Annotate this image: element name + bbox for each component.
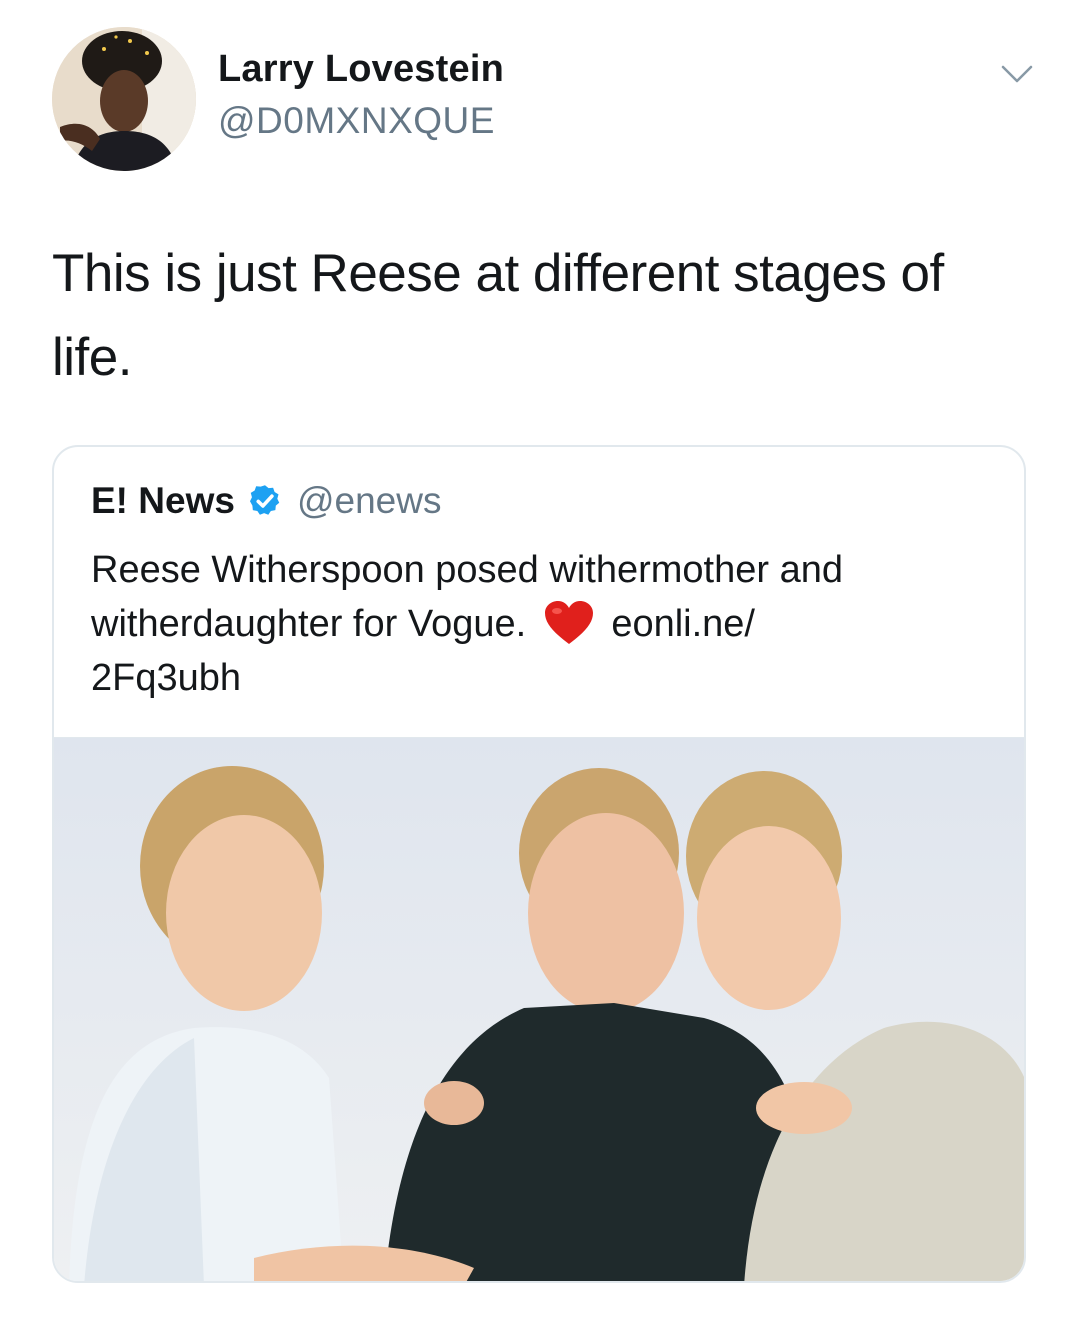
quoted-author-name[interactable]: E! News	[91, 480, 235, 522]
tweet-text-line: This is just Reese at different stages o…	[52, 244, 944, 303]
photo-image	[54, 738, 1024, 1281]
quoted-tweet-text: Reese Witherspoon posed withermother and…	[91, 543, 991, 705]
avatar-photo	[52, 27, 196, 171]
quoted-text-line: witherdaughter for Vogue. eonli.ne/	[91, 597, 991, 651]
verified-badge-icon	[249, 485, 280, 515]
red-heart-icon	[544, 601, 593, 644]
tweet-text-line: life.	[52, 328, 132, 387]
author-name[interactable]: Larry Lovestein	[218, 48, 504, 91]
quoted-tweet-photo[interactable]	[54, 737, 1024, 1281]
quoted-text-line: Reese Witherspoon posed withermother and	[91, 549, 843, 591]
link-text[interactable]: 2Fq3ubh	[91, 651, 991, 705]
author-handle[interactable]: @D0MXNXQUE	[218, 100, 495, 142]
quoted-tweet-header: E! News @enews	[91, 477, 441, 525]
author-avatar[interactable]	[52, 27, 196, 171]
chevron-down-icon[interactable]	[1000, 62, 1034, 86]
quoted-author-handle[interactable]: @enews	[297, 480, 442, 522]
quoted-text-fragment: witherdaughter for Vogue.	[91, 603, 527, 645]
quoted-tweet-card[interactable]: E! News @enews Reese Witherspoon posed w…	[52, 445, 1026, 1283]
tweet-text: This is just Reese at different stages o…	[52, 232, 1032, 400]
link-text[interactable]: eonli.ne/	[611, 603, 755, 645]
